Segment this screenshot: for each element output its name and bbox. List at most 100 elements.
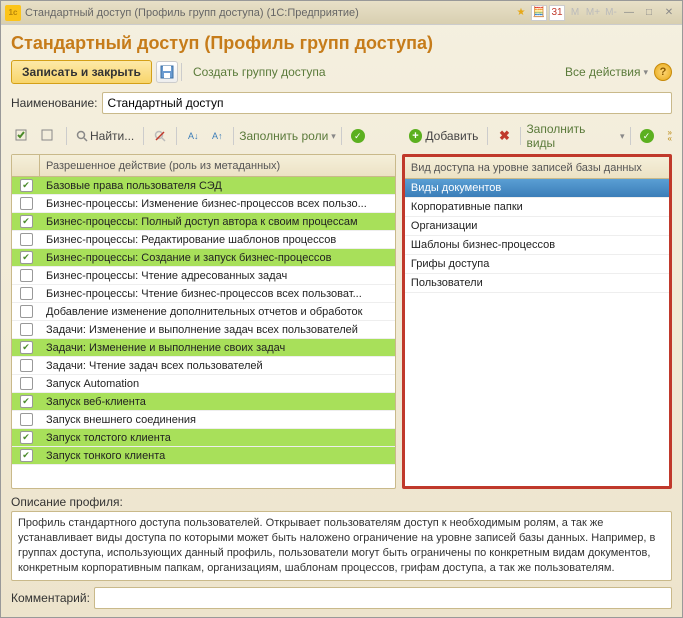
all-actions-dropdown[interactable]: Все действия	[565, 65, 648, 79]
comment-label: Комментарий:	[11, 591, 90, 605]
role-row[interactable]: ✔Базовые права пользователя СЭД	[12, 177, 395, 195]
role-checkbox[interactable]: ✔	[20, 251, 33, 264]
role-label: Запуск Automation	[40, 378, 395, 390]
role-row[interactable]: Бизнес-процессы: Чтение адресованных зад…	[12, 267, 395, 285]
role-checkbox[interactable]	[20, 359, 33, 372]
delete-button[interactable]: ✖	[493, 125, 515, 147]
role-row[interactable]: Добавление изменение дополнительных отче…	[12, 303, 395, 321]
access-type-row[interactable]: Организации	[405, 217, 669, 236]
role-checkbox[interactable]	[20, 305, 33, 318]
comment-input[interactable]	[94, 587, 672, 609]
access-type-row[interactable]: Шаблоны бизнес-процессов	[405, 236, 669, 255]
m-icon[interactable]: M	[567, 5, 583, 21]
action-bar: Записать и закрыть Создать группу доступ…	[11, 60, 672, 84]
role-label: Задачи: Чтение задач всех пользователей	[40, 360, 395, 372]
minimize-button[interactable]: —	[620, 5, 638, 21]
maximize-button[interactable]: □	[640, 5, 658, 21]
role-row[interactable]: Бизнес-процессы: Изменение бизнес-процес…	[12, 195, 395, 213]
access-types-header: Вид доступа на уровне записей базы данны…	[405, 157, 669, 179]
role-row[interactable]: ✔ Бизнес-процессы: Полный доступ автора к…	[12, 213, 395, 231]
role-row[interactable]: Запуск внешнего соединения	[12, 411, 395, 429]
role-checkbox[interactable]	[20, 323, 33, 336]
uncheck-all-button[interactable]	[37, 125, 61, 147]
access-type-row[interactable]: Корпоративные папки	[405, 198, 669, 217]
help-button[interactable]: ?	[654, 63, 672, 81]
role-checkbox[interactable]	[20, 377, 33, 390]
roles-header: Разрешенное действие (роль из метаданных…	[12, 155, 395, 177]
save-and-close-button[interactable]: Записать и закрыть	[11, 60, 152, 84]
role-label: Бизнес-процессы: Чтение бизнес-процессов…	[40, 288, 395, 300]
role-checkbox[interactable]: ✔	[20, 215, 33, 228]
validate-button[interactable]: ✓	[347, 125, 369, 147]
role-row[interactable]: Задачи: Изменение и выполнение задач все…	[12, 321, 395, 339]
role-checkbox[interactable]: ✔	[20, 341, 33, 354]
role-checkbox[interactable]	[20, 413, 33, 426]
role-checkbox[interactable]	[20, 233, 33, 246]
role-row[interactable]: ✔ Задачи: Изменение и выполнение своих за…	[12, 339, 395, 357]
favorite-icon[interactable]: ★	[513, 5, 529, 21]
role-row[interactable]: Запуск Automation	[12, 375, 395, 393]
more-toggle-icon[interactable]: »«	[668, 130, 672, 141]
m-minus-icon[interactable]: M-	[603, 5, 619, 21]
create-group-link[interactable]: Создать группу доступа	[193, 65, 326, 79]
fill-roles-dropdown[interactable]: Заполнить роли	[239, 129, 336, 143]
validate-types-button[interactable]: ✓	[636, 125, 658, 147]
role-label: Бизнес-процессы: Редактирование шаблонов…	[40, 234, 395, 246]
access-type-row[interactable]: Грифы доступа	[405, 255, 669, 274]
close-button[interactable]: ✕	[660, 5, 678, 21]
roles-list[interactable]: ✔Базовые права пользователя СЭД Бизнес-пр…	[12, 177, 395, 488]
role-label: Запуск тонкого клиента	[40, 450, 395, 462]
role-label: Запуск толстого клиента	[40, 432, 395, 444]
role-row[interactable]: ✔ Запуск толстого клиента	[12, 429, 395, 447]
access-type-row[interactable]: Пользователи	[405, 274, 669, 293]
m-plus-icon[interactable]: M+	[585, 5, 601, 21]
find-button[interactable]: Найти...	[72, 125, 138, 147]
role-checkbox[interactable]: ✔	[20, 395, 33, 408]
role-row[interactable]: ✔ Запуск веб-клиента	[12, 393, 395, 411]
fill-types-dropdown[interactable]: Заполнить виды	[526, 122, 624, 150]
role-row[interactable]: ✔ Запуск тонкого клиента	[12, 447, 395, 465]
role-checkbox[interactable]	[20, 197, 33, 210]
role-label: Задачи: Изменение и выполнение своих зад…	[40, 342, 395, 354]
role-row[interactable]: ✔ Бизнес-процессы: Создание и запуск бизн…	[12, 249, 395, 267]
role-label: Бизнес-процессы: Чтение адресованных зад…	[40, 270, 395, 282]
calendar-icon[interactable]: 31	[549, 5, 565, 21]
app-window: 1c Стандартный доступ (Профиль групп дос…	[0, 0, 683, 618]
split-pane: Разрешенное действие (роль из метаданных…	[11, 154, 672, 489]
add-button[interactable]: + Добавить	[405, 125, 483, 147]
bottom-section: Описание профиля: Профиль стандартного д…	[11, 495, 672, 609]
description-box[interactable]: Профиль стандартного доступа пользовател…	[11, 511, 672, 581]
role-checkbox[interactable]: ✔	[20, 431, 33, 444]
role-row[interactable]: Бизнес-процессы: Чтение бизнес-процессов…	[12, 285, 395, 303]
titlebar: 1c Стандартный доступ (Профиль групп дос…	[1, 1, 682, 25]
calculator-icon[interactable]: 🧮	[531, 5, 547, 21]
access-types-list[interactable]: Виды документовКорпоративные папкиОргани…	[405, 179, 669, 486]
role-label: Задачи: Изменение и выполнение задач все…	[40, 324, 395, 336]
check-all-button[interactable]	[11, 125, 35, 147]
role-checkbox[interactable]: ✔	[20, 449, 33, 462]
left-toolbar: Найти... A↓ А↑ Заполнить роли ✓	[11, 122, 399, 150]
role-label: Бизнес-процессы: Полный доступ автора к …	[40, 216, 395, 228]
role-label: Запуск веб-клиента	[40, 396, 395, 408]
access-type-row[interactable]: Виды документов	[405, 179, 669, 198]
clear-filter-button[interactable]	[149, 125, 171, 147]
name-label: Наименование:	[11, 96, 98, 110]
name-input[interactable]	[102, 92, 672, 114]
role-label: Бизнес-процессы: Изменение бизнес-процес…	[40, 198, 395, 210]
role-checkbox[interactable]	[20, 287, 33, 300]
role-label: Бизнес-процессы: Создание и запуск бизне…	[40, 252, 395, 264]
roles-panel: Разрешенное действие (роль из метаданных…	[11, 154, 396, 489]
sort-asc-button[interactable]: A↓	[182, 125, 204, 147]
role-row[interactable]: Бизнес-процессы: Редактирование шаблонов…	[12, 231, 395, 249]
description-label: Описание профиля:	[11, 495, 672, 509]
role-label: Запуск внешнего соединения	[40, 414, 395, 426]
role-label: Добавление изменение дополнительных отче…	[40, 306, 395, 318]
role-row[interactable]: Задачи: Чтение задач всех пользователей	[12, 357, 395, 375]
save-button[interactable]	[156, 61, 178, 83]
role-checkbox[interactable]	[20, 269, 33, 282]
app-icon: 1c	[5, 5, 21, 21]
role-checkbox[interactable]: ✔	[20, 179, 33, 192]
right-toolbar: + Добавить ✖ Заполнить виды ✓ »«	[405, 122, 672, 150]
access-types-panel: Вид доступа на уровне записей базы данны…	[402, 154, 672, 489]
sort-desc-button[interactable]: А↑	[206, 125, 228, 147]
